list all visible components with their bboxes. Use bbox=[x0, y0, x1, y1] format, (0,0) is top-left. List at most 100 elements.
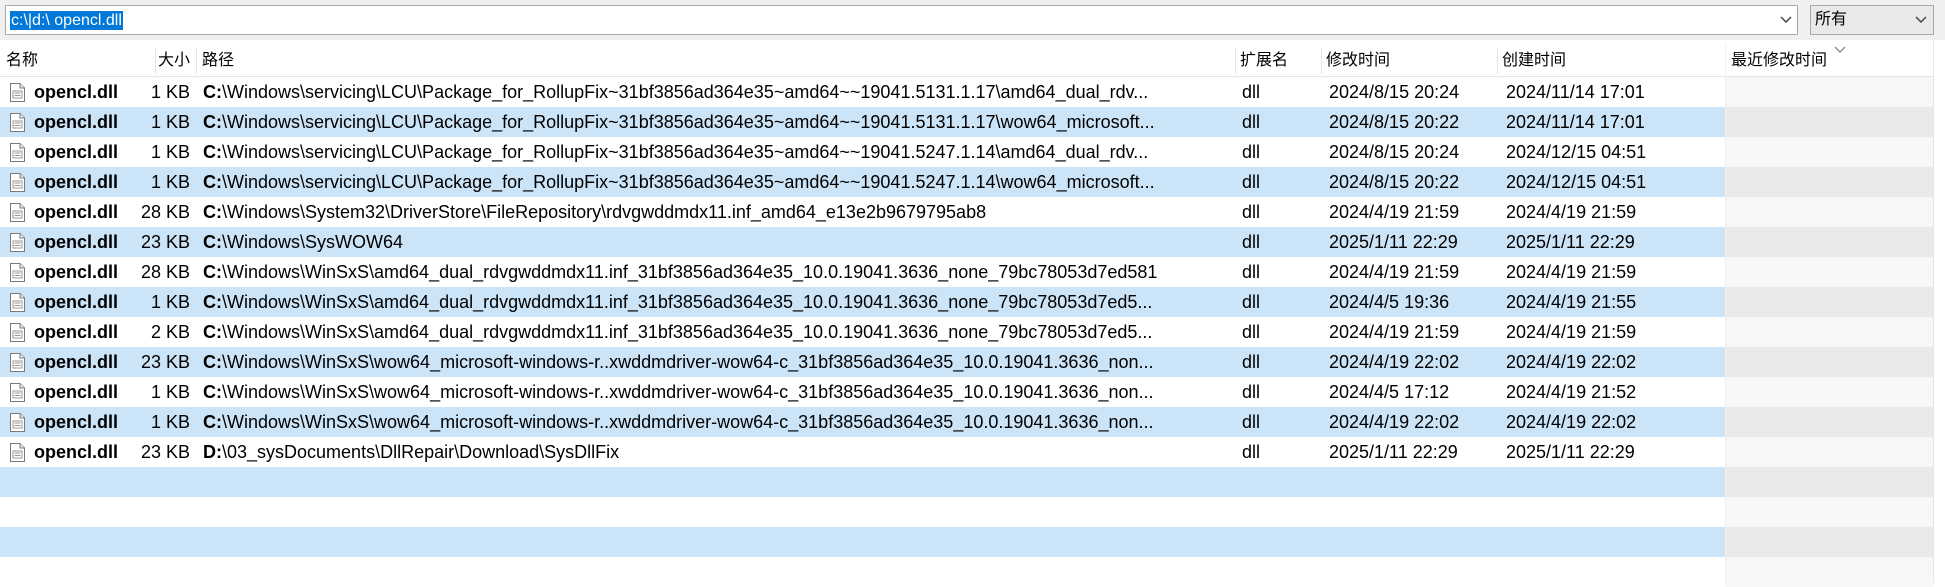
file-ext: dll bbox=[1242, 232, 1261, 252]
chevron-down-icon[interactable] bbox=[1779, 13, 1793, 27]
created-time: 2024/4/19 21:59 bbox=[1506, 262, 1637, 282]
file-path[interactable]: C:\Windows\servicing\LCU\Package_for_Rol… bbox=[203, 77, 1231, 107]
file-path[interactable]: C:\Windows\WinSxS\wow64_microsoft-window… bbox=[203, 347, 1231, 377]
table-row[interactable]: opencl.dll 28 KB C:\Windows\WinSxS\amd64… bbox=[0, 257, 1945, 287]
column-header-created[interactable]: 创建时间 bbox=[1502, 44, 1566, 77]
table-row[interactable]: opencl.dll 1 KB C:\Windows\servicing\LCU… bbox=[0, 167, 1945, 197]
table-row[interactable]: opencl.dll 1 KB C:\Windows\WinSxS\wow64_… bbox=[0, 407, 1945, 437]
created-time: 2024/11/14 17:01 bbox=[1506, 82, 1645, 102]
path-drive: C: bbox=[203, 352, 222, 372]
file-icon bbox=[10, 143, 25, 162]
file-path[interactable]: C:\Windows\SysWOW64 bbox=[203, 227, 1231, 257]
column-divider[interactable] bbox=[1235, 48, 1236, 74]
path-rest: \Windows\servicing\LCU\Package_for_Rollu… bbox=[222, 82, 1149, 102]
file-path[interactable]: C:\Windows\WinSxS\wow64_microsoft-window… bbox=[203, 407, 1231, 437]
path-rest: \Windows\WinSxS\amd64_dual_rdvgwddmdx11.… bbox=[222, 262, 1158, 282]
filter-select-value: 所有 bbox=[1815, 11, 1848, 28]
recent-cell bbox=[1725, 287, 1933, 317]
table-row[interactable]: opencl.dll 23 KB D:\03_sysDocuments\DllR… bbox=[0, 437, 1945, 467]
table-row[interactable]: opencl.dll 1 KB C:\Windows\servicing\LCU… bbox=[0, 107, 1945, 137]
search-input[interactable]: c:\|d:\ opencl.dll bbox=[5, 5, 1798, 35]
recent-cell bbox=[1725, 77, 1933, 107]
path-rest: \Windows\WinSxS\wow64_microsoft-windows-… bbox=[222, 382, 1154, 402]
table-row[interactable]: opencl.dll 1 KB C:\Windows\servicing\LCU… bbox=[0, 77, 1945, 107]
file-ext: dll bbox=[1242, 322, 1261, 342]
table-row[interactable]: opencl.dll 28 KB C:\Windows\System32\Dri… bbox=[0, 197, 1945, 227]
empty-row bbox=[0, 527, 1945, 557]
created-time: 2024/4/19 22:02 bbox=[1506, 352, 1637, 372]
table-row[interactable]: opencl.dll 23 KB C:\Windows\WinSxS\wow64… bbox=[0, 347, 1945, 377]
vertical-scrollbar[interactable] bbox=[1933, 40, 1945, 583]
file-path[interactable]: C:\Windows\WinSxS\wow64_microsoft-window… bbox=[203, 377, 1231, 407]
search-bar: c:\|d:\ opencl.dll 所有 bbox=[0, 0, 1945, 40]
file-size: 1 KB bbox=[150, 112, 190, 132]
file-size: 1 KB bbox=[150, 292, 190, 312]
table-row[interactable]: opencl.dll 1 KB C:\Windows\WinSxS\amd64_… bbox=[0, 287, 1945, 317]
column-header-name[interactable]: 名称 bbox=[6, 44, 38, 77]
column-header-recent[interactable]: 最近修改时间 bbox=[1731, 44, 1827, 77]
file-path[interactable]: C:\Windows\System32\DriverStore\FileRepo… bbox=[203, 197, 1231, 227]
table-row[interactable]: opencl.dll 1 KB C:\Windows\WinSxS\wow64_… bbox=[0, 377, 1945, 407]
column-divider bbox=[1725, 44, 1726, 583]
column-divider[interactable] bbox=[196, 48, 197, 74]
file-path[interactable]: C:\Windows\WinSxS\amd64_dual_rdvgwddmdx1… bbox=[203, 287, 1231, 317]
sort-down-icon bbox=[1834, 46, 1846, 53]
created-time: 2024/12/15 04:51 bbox=[1506, 142, 1647, 162]
file-icon bbox=[10, 443, 25, 462]
file-size: 23 KB bbox=[140, 232, 190, 252]
modified-time: 2024/4/19 21:59 bbox=[1329, 202, 1460, 222]
path-drive: C: bbox=[203, 412, 222, 432]
path-drive: C: bbox=[203, 82, 222, 102]
modified-time: 2024/4/19 22:02 bbox=[1329, 412, 1460, 432]
created-time: 2024/12/15 04:51 bbox=[1506, 172, 1647, 192]
file-path[interactable]: C:\Windows\servicing\LCU\Package_for_Rol… bbox=[203, 107, 1231, 137]
chevron-down-icon[interactable] bbox=[1915, 14, 1927, 26]
modified-time: 2024/4/19 22:02 bbox=[1329, 352, 1460, 372]
path-rest: \Windows\servicing\LCU\Package_for_Rollu… bbox=[222, 142, 1149, 162]
path-rest: \Windows\WinSxS\amd64_dual_rdvgwddmdx11.… bbox=[222, 322, 1153, 342]
table-row[interactable]: opencl.dll 23 KB C:\Windows\SysWOW64 dll… bbox=[0, 227, 1945, 257]
recent-cell bbox=[1725, 167, 1933, 197]
created-time: 2024/4/19 21:52 bbox=[1506, 382, 1637, 402]
file-icon bbox=[10, 233, 25, 252]
file-path[interactable]: C:\Windows\WinSxS\amd64_dual_rdvgwddmdx1… bbox=[203, 317, 1231, 347]
file-ext: dll bbox=[1242, 202, 1261, 222]
created-time: 2025/1/11 22:29 bbox=[1506, 232, 1635, 252]
filter-select[interactable]: 所有 bbox=[1810, 5, 1934, 35]
column-divider[interactable] bbox=[1497, 48, 1498, 74]
column-header-size[interactable]: 大小 bbox=[150, 44, 190, 77]
column-header-ext[interactable]: 扩展名 bbox=[1240, 44, 1288, 77]
table-row[interactable]: opencl.dll 1 KB C:\Windows\servicing\LCU… bbox=[0, 137, 1945, 167]
modified-time: 2024/4/19 21:59 bbox=[1329, 262, 1460, 282]
empty-row bbox=[0, 497, 1945, 527]
table-row[interactable]: opencl.dll 2 KB C:\Windows\WinSxS\amd64_… bbox=[0, 317, 1945, 347]
file-icon bbox=[10, 413, 25, 432]
empty-row bbox=[0, 467, 1945, 497]
file-path[interactable]: C:\Windows\servicing\LCU\Package_for_Rol… bbox=[203, 167, 1231, 197]
file-size: 2 KB bbox=[150, 322, 190, 342]
file-path[interactable]: C:\Windows\WinSxS\amd64_dual_rdvgwddmdx1… bbox=[203, 257, 1231, 287]
column-divider[interactable] bbox=[1321, 48, 1322, 74]
recent-cell bbox=[1725, 437, 1933, 467]
path-rest: \03_sysDocuments\DllRepair\Download\SysD… bbox=[222, 442, 620, 462]
created-time: 2024/4/19 21:59 bbox=[1506, 202, 1637, 222]
path-rest: \Windows\System32\DriverStore\FileReposi… bbox=[222, 202, 987, 222]
column-header-modified[interactable]: 修改时间 bbox=[1326, 44, 1390, 77]
path-drive: C: bbox=[203, 232, 222, 252]
modified-time: 2024/4/19 21:59 bbox=[1329, 322, 1460, 342]
file-path[interactable]: D:\03_sysDocuments\DllRepair\Download\Sy… bbox=[203, 437, 1231, 467]
file-path[interactable]: C:\Windows\servicing\LCU\Package_for_Rol… bbox=[203, 137, 1231, 167]
modified-time: 2024/8/15 20:22 bbox=[1329, 112, 1460, 132]
search-input-text[interactable]: c:\|d:\ opencl.dll bbox=[10, 11, 123, 30]
file-ext: dll bbox=[1242, 112, 1261, 132]
file-size: 23 KB bbox=[140, 352, 190, 372]
column-header-path[interactable]: 路径 bbox=[202, 44, 234, 77]
recent-cell bbox=[1725, 257, 1933, 287]
created-time: 2024/4/19 21:55 bbox=[1506, 292, 1637, 312]
column-header: 名称 大小 路径 扩展名 修改时间 创建时间 最近修改时间 bbox=[0, 44, 1945, 77]
modified-time: 2024/8/15 20:24 bbox=[1329, 142, 1460, 162]
file-icon bbox=[10, 323, 25, 342]
file-ext: dll bbox=[1242, 412, 1261, 432]
path-rest: \Windows\servicing\LCU\Package_for_Rollu… bbox=[222, 172, 1155, 192]
file-icon bbox=[10, 203, 25, 222]
